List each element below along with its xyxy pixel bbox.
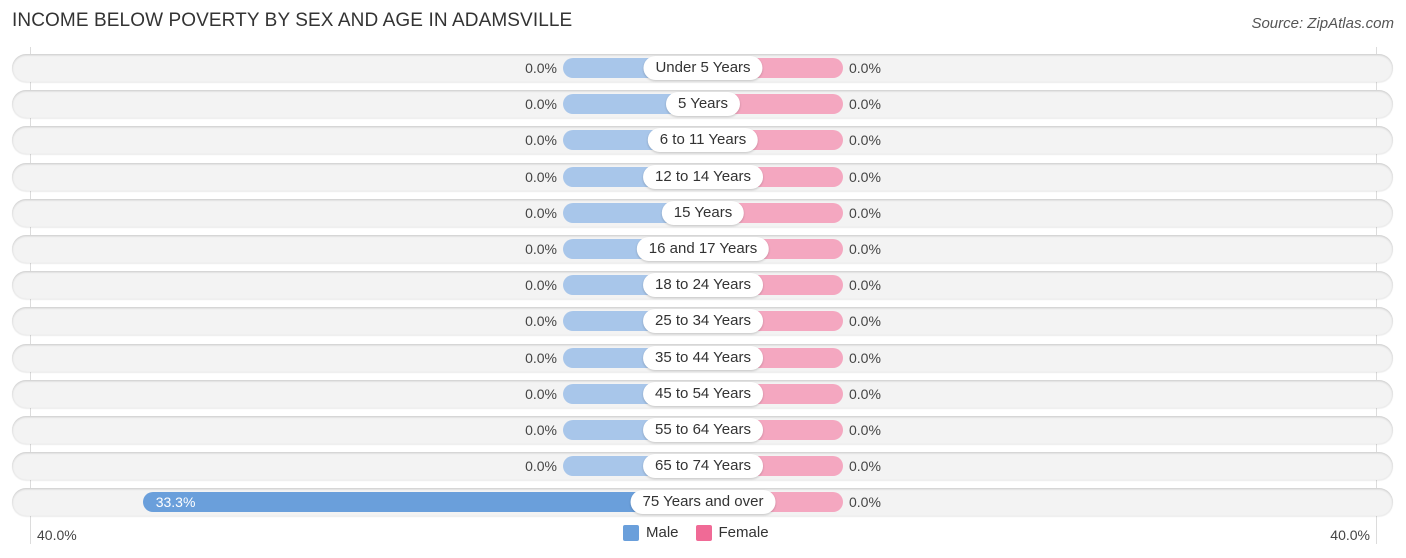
chart-row: 0.0% 0.0% 15 Years xyxy=(12,198,1393,227)
chart-row: 33.3% 0.0% 75 Years and over xyxy=(12,488,1393,517)
legend-swatch-male xyxy=(623,524,639,541)
category-label: 65 to 74 Years xyxy=(643,454,763,479)
value-label-female: 0.0% xyxy=(849,60,881,76)
value-label-female: 0.0% xyxy=(849,132,881,149)
chart-row: 0.0% 0.0% Under 5 Years xyxy=(12,54,1393,82)
chart-title: INCOME BELOW POVERTY BY SEX AND AGE IN A… xyxy=(12,10,573,31)
value-label-female: 0.0% xyxy=(849,385,881,402)
value-label-male: 0.0% xyxy=(525,458,557,475)
source-label: Source: ZipAtlas.com xyxy=(1251,15,1394,32)
value-label-female: 0.0% xyxy=(849,241,881,257)
chart-row: 0.0% 0.0% 35 to 44 Years xyxy=(12,343,1393,372)
value-label-male: 0.0% xyxy=(525,385,557,402)
chart-row: 0.0% 0.0% 18 to 24 Years xyxy=(12,271,1393,300)
legend: Male Female xyxy=(623,524,786,541)
category-label: 12 to 14 Years xyxy=(643,164,763,189)
legend-label-male: Male xyxy=(646,524,679,541)
category-label: 5 Years xyxy=(665,92,741,117)
chart-row: 0.0% 0.0% 12 to 14 Years xyxy=(12,162,1393,191)
value-label-male: 0.0% xyxy=(525,204,557,221)
value-label-female: 0.0% xyxy=(849,277,881,294)
chart-row: 0.0% 0.0% 65 to 74 Years xyxy=(12,452,1393,481)
category-label: 16 and 17 Years xyxy=(636,237,770,261)
chart-row: 0.0% 0.0% 16 and 17 Years xyxy=(12,235,1393,263)
legend-item-male[interactable]: Male xyxy=(623,524,679,541)
chart-row: 0.0% 0.0% 55 to 64 Years xyxy=(12,416,1393,444)
value-label-male: 0.0% xyxy=(525,241,557,257)
chart-row: 0.0% 0.0% 5 Years xyxy=(12,90,1393,119)
value-label-female: 0.0% xyxy=(849,422,881,438)
value-label-female: 0.0% xyxy=(849,458,881,475)
chart-row: 0.0% 0.0% 6 to 11 Years xyxy=(12,126,1393,155)
value-label-female: 0.0% xyxy=(849,494,881,511)
chart-row: 0.0% 0.0% 25 to 34 Years xyxy=(12,307,1393,336)
category-label: 35 to 44 Years xyxy=(643,345,763,370)
category-label: 75 Years and over xyxy=(630,490,776,515)
bar-male xyxy=(142,492,703,513)
category-label: 18 to 24 Years xyxy=(643,273,763,298)
value-label-female: 0.0% xyxy=(849,313,881,330)
value-label-male: 33.3% xyxy=(155,494,196,511)
axis-label-left: 40.0% xyxy=(37,527,77,543)
category-label: 15 Years xyxy=(661,200,745,225)
legend-label-female: Female xyxy=(718,524,769,541)
category-label: Under 5 Years xyxy=(643,56,763,80)
value-label-male: 0.0% xyxy=(525,168,557,185)
value-label-male: 0.0% xyxy=(525,277,557,294)
axis-label-right: 40.0% xyxy=(1330,527,1370,543)
category-label: 6 to 11 Years xyxy=(647,128,759,153)
value-label-male: 0.0% xyxy=(525,60,557,76)
value-label-male: 0.0% xyxy=(525,422,557,438)
value-label-female: 0.0% xyxy=(849,349,881,366)
category-label: 25 to 34 Years xyxy=(643,309,763,334)
legend-item-female[interactable]: Female xyxy=(695,524,769,541)
value-label-male: 0.0% xyxy=(525,96,557,113)
value-label-female: 0.0% xyxy=(849,168,881,185)
value-label-female: 0.0% xyxy=(849,204,881,221)
chart-row: 0.0% 0.0% 45 to 54 Years xyxy=(12,379,1393,408)
category-label: 55 to 64 Years xyxy=(643,418,763,442)
legend-swatch-female xyxy=(695,524,712,541)
value-label-female: 0.0% xyxy=(849,96,881,113)
value-label-male: 0.0% xyxy=(525,132,557,149)
value-label-male: 0.0% xyxy=(525,349,557,366)
value-label-male: 0.0% xyxy=(525,313,557,330)
category-label: 45 to 54 Years xyxy=(643,381,763,406)
